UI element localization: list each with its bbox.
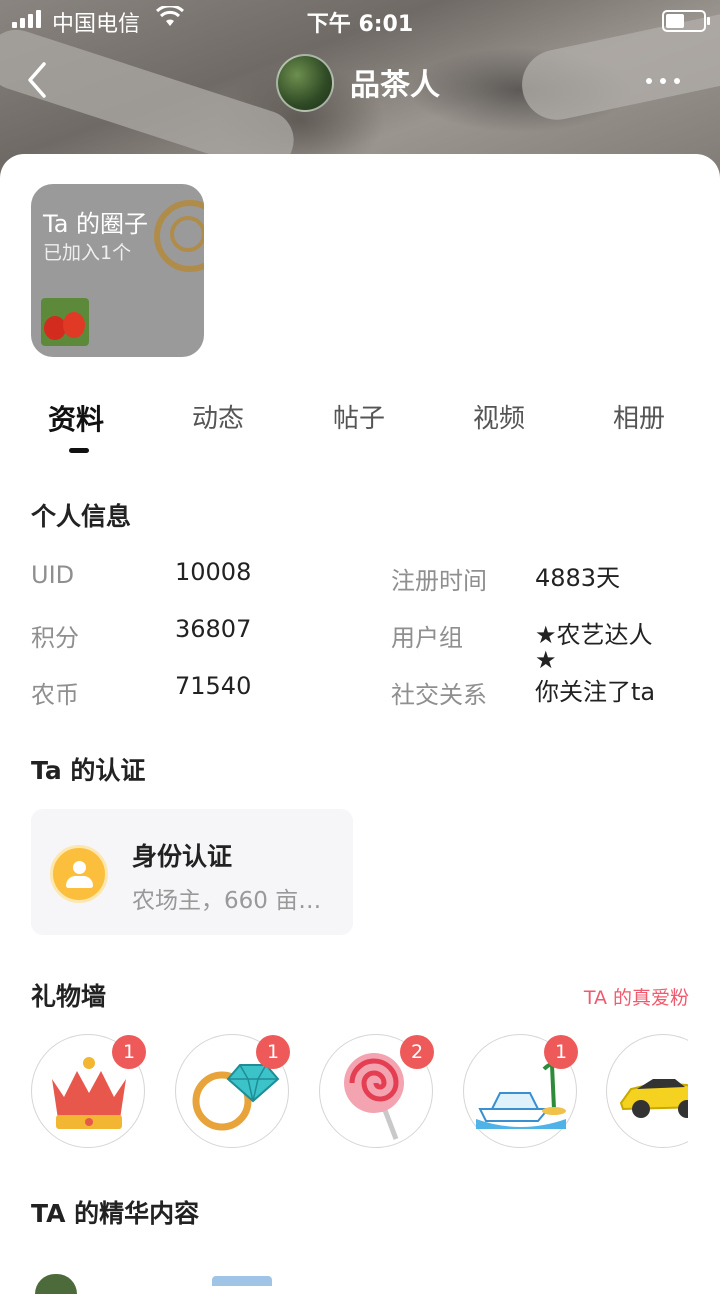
circle-title: Ta 的圈子	[43, 210, 149, 238]
certification-title: Ta 的认证	[31, 756, 146, 785]
info-value: 4883天	[535, 564, 621, 592]
info-value: 36807	[175, 615, 252, 643]
battery-icon	[662, 10, 710, 32]
more-options-icon[interactable]	[644, 70, 684, 90]
tab-indicator	[69, 448, 89, 453]
featured-content-title: TA 的精华内容	[31, 1199, 200, 1228]
cert-title: 身份认证	[132, 842, 233, 871]
circle-card[interactable]: Ta 的圈子 已加入1个	[31, 184, 204, 357]
circle-thumbnail	[41, 298, 89, 346]
sports-car-icon	[619, 1079, 688, 1118]
gift-item[interactable]	[606, 1034, 688, 1148]
gift-item[interactable]: 1	[31, 1034, 146, 1148]
user-icon	[50, 845, 108, 903]
top-fans-link[interactable]: TA 的真爱粉	[584, 983, 689, 1010]
status-time: 下午 6:01	[306, 12, 414, 37]
gift-item[interactable]: 1	[463, 1034, 578, 1148]
info-value: 你关注了ta	[535, 678, 656, 706]
page-title: 品茶人	[350, 68, 440, 103]
gift-item[interactable]: 2	[319, 1034, 434, 1148]
featured-thumbnail[interactable]	[35, 1274, 77, 1294]
tab-posts[interactable]: 帖子	[333, 398, 385, 435]
circle-subtitle: 已加入1个	[43, 242, 132, 264]
personal-info-title: 个人信息	[31, 502, 132, 531]
tab-profile[interactable]: 资料	[48, 398, 104, 438]
info-label: 注册时间	[391, 567, 487, 595]
circle-logo-icon	[154, 200, 204, 272]
cert-description: 农场主，660 亩…	[132, 888, 322, 914]
status-bar: 中国电信 下午 6:01	[0, 0, 720, 40]
gift-count-badge: 1	[112, 1035, 146, 1069]
profile-tabs: 资料 动态 帖子 视频 相册	[0, 398, 720, 458]
top-nav: 品茶人	[0, 50, 720, 112]
info-label: 农币	[31, 681, 79, 709]
info-label: 积分	[31, 624, 79, 652]
profile-sheet: Ta 的圈子 已加入1个 资料 动态 帖子 视频 相册 个人信息 UID 100…	[0, 154, 720, 1294]
info-value: 10008	[175, 558, 252, 586]
info-label: 用户组	[391, 624, 463, 652]
gift-wall-title: 礼物墙	[31, 982, 107, 1011]
tab-albums[interactable]: 相册	[613, 398, 665, 435]
gift-count-badge: 1	[544, 1035, 578, 1069]
info-value-continued: ★	[535, 646, 557, 674]
avatar[interactable]	[276, 54, 334, 112]
tab-videos[interactable]: 视频	[473, 398, 525, 435]
info-value: ★农艺达人	[535, 621, 653, 649]
info-label: 社交关系	[391, 681, 487, 709]
featured-thumbnail[interactable]	[212, 1276, 272, 1286]
gift-item[interactable]: 1	[175, 1034, 290, 1148]
gift-count-badge: 2	[400, 1035, 434, 1069]
info-value: 71540	[175, 672, 252, 700]
tab-activity[interactable]: 动态	[192, 398, 244, 435]
gift-item-partial	[606, 1034, 688, 1152]
identity-certification-card[interactable]: 身份认证 农场主，660 亩…	[31, 809, 353, 935]
gift-count-badge: 1	[256, 1035, 290, 1069]
back-arrow-icon[interactable]	[22, 60, 54, 100]
info-label: UID	[31, 561, 75, 589]
